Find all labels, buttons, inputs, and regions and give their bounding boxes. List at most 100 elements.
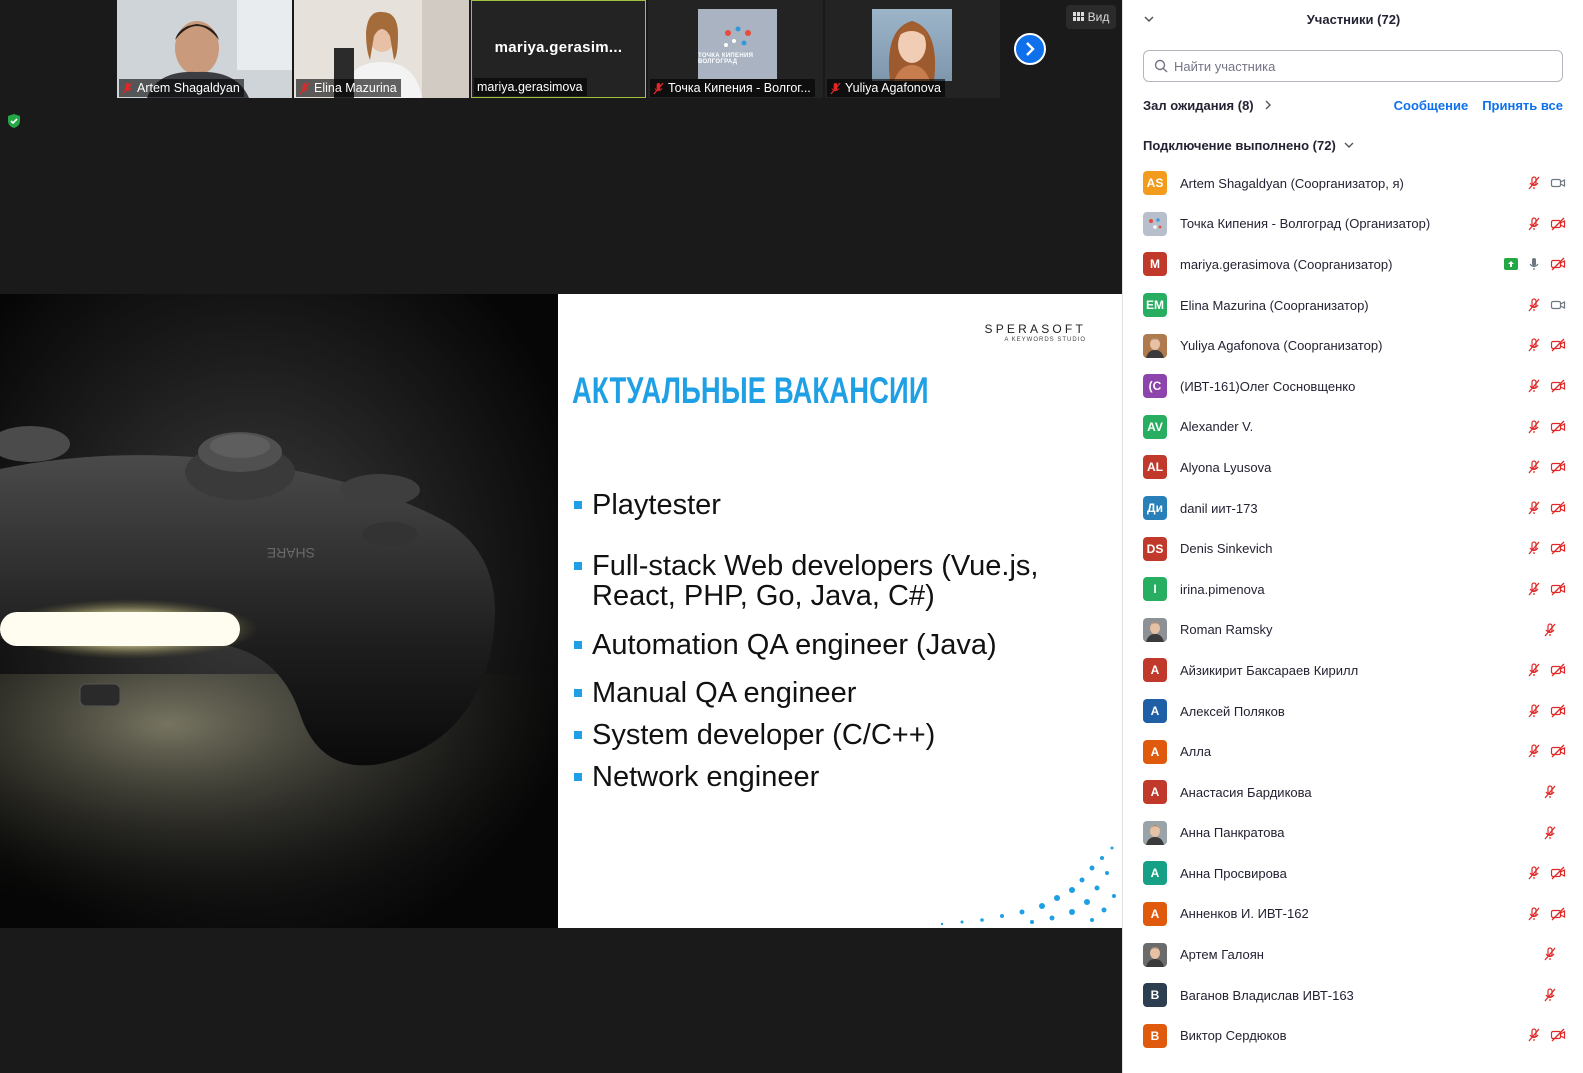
- mic-muted-icon[interactable]: [1526, 540, 1542, 556]
- mic-muted-icon[interactable]: [1542, 825, 1558, 841]
- video-off-icon[interactable]: [1550, 865, 1566, 881]
- participant-row[interactable]: А Анастасия Бардикова: [1123, 772, 1583, 813]
- participant-name: Алексей Поляков: [1180, 703, 1285, 719]
- mic-muted-icon[interactable]: [1526, 865, 1542, 881]
- avatar: А: [1143, 780, 1167, 805]
- waiting-room-actions: Сообщение Принять все: [1394, 98, 1563, 113]
- video-off-icon[interactable]: [1550, 337, 1566, 353]
- mic-muted-icon[interactable]: [1526, 297, 1542, 313]
- connected-section-header[interactable]: Подключение выполнено (72): [1143, 136, 1354, 154]
- mic-muted-icon[interactable]: [1526, 419, 1542, 435]
- video-off-icon[interactable]: [1550, 662, 1566, 678]
- search-icon: [1154, 59, 1168, 73]
- participant-row[interactable]: AV Alexander V.: [1123, 407, 1583, 448]
- chevron-right-icon[interactable]: [1264, 100, 1272, 110]
- participant-row[interactable]: А Алексей Поляков: [1123, 691, 1583, 732]
- screen-share-icon: [1504, 258, 1518, 271]
- mic-muted-icon[interactable]: [1526, 459, 1542, 475]
- video-thumbnail[interactable]: Yuliya Agafonova: [825, 0, 1000, 98]
- vacancy-item: System developer (C/C++): [574, 720, 935, 750]
- video-off-icon[interactable]: [1550, 540, 1566, 556]
- participant-name: Анна Просвирова: [1180, 865, 1287, 881]
- mic-muted-icon[interactable]: [1526, 662, 1542, 678]
- video-off-icon[interactable]: [1550, 378, 1566, 394]
- video-off-icon[interactable]: [1550, 256, 1566, 272]
- participant-row[interactable]: Точка Кипения - Волгоград (Организатор): [1123, 204, 1583, 245]
- video-thumbnail-active-speaker[interactable]: mariya.gerasim... mariya.gerasimova: [471, 0, 646, 98]
- participant-row[interactable]: Yuliya Agafonova (Соорганизатор): [1123, 325, 1583, 366]
- grid-view-icon: [1072, 12, 1084, 21]
- video-off-icon[interactable]: [1550, 581, 1566, 597]
- video-off-icon[interactable]: [1550, 419, 1566, 435]
- video-off-icon[interactable]: [1550, 1027, 1566, 1043]
- mic-muted-icon[interactable]: [1526, 906, 1542, 922]
- video-off-icon[interactable]: [1550, 459, 1566, 475]
- video-off-icon[interactable]: [1550, 216, 1566, 232]
- video-icon[interactable]: [1550, 297, 1566, 313]
- video-area: Artem Shagaldyan Elina Mazurina mariya.g…: [0, 0, 1122, 1073]
- view-button[interactable]: Вид: [1066, 5, 1116, 29]
- admit-all-button[interactable]: Принять все: [1482, 98, 1563, 113]
- mic-muted-icon[interactable]: [1542, 946, 1558, 962]
- video-thumbnail[interactable]: Elina Mazurina: [294, 0, 469, 98]
- mic-muted-icon[interactable]: [1542, 784, 1558, 800]
- participant-row[interactable]: А Анненков И. ИВТ-162: [1123, 894, 1583, 935]
- mic-muted-icon[interactable]: [1526, 743, 1542, 759]
- participant-row[interactable]: А Айзикирит Баксараев Кирилл: [1123, 650, 1583, 691]
- mic-muted-icon[interactable]: [1526, 500, 1542, 516]
- video-off-icon[interactable]: [1550, 906, 1566, 922]
- participant-name: (ИВТ-161)Олег Сосновщенко: [1180, 378, 1356, 394]
- video-thumbnail-strip: Artem Shagaldyan Elina Mazurina mariya.g…: [117, 0, 1000, 98]
- participant-row[interactable]: А Анна Просвирова: [1123, 853, 1583, 894]
- video-off-icon[interactable]: [1550, 743, 1566, 759]
- participant-status-icons: [1542, 622, 1566, 638]
- video-thumbnail[interactable]: ТОЧКА КИПЕНИЯ ВОЛГОГРАД Точка Кипения - …: [648, 0, 823, 98]
- message-button[interactable]: Сообщение: [1394, 98, 1469, 113]
- mic-muted-icon[interactable]: [1542, 622, 1558, 638]
- mic-icon[interactable]: [1526, 256, 1542, 272]
- participant-row[interactable]: Артем Галоян: [1123, 934, 1583, 975]
- video-icon[interactable]: [1550, 175, 1566, 191]
- mic-muted-icon[interactable]: [1526, 175, 1542, 191]
- participant-row[interactable]: Iirina.pimenova: [1123, 569, 1583, 610]
- participant-row[interactable]: (С (ИВТ-161)Олег Сосновщенко: [1123, 366, 1583, 407]
- decorative-dots: [940, 846, 1116, 926]
- mic-muted-icon[interactable]: [1542, 987, 1558, 1003]
- participant-row[interactable]: В Ваганов Владислав ИВТ-163: [1123, 975, 1583, 1016]
- mic-muted-icon[interactable]: [1526, 581, 1542, 597]
- participant-status-icons: [1526, 459, 1566, 475]
- avatar-photo: [1143, 942, 1167, 967]
- participant-row[interactable]: В Виктор Сердюков: [1123, 1015, 1583, 1056]
- gamepad-image: SHARE: [0, 426, 558, 928]
- participant-row[interactable]: EM Elina Mazurina (Соорганизатор): [1123, 285, 1583, 326]
- avatar: AL: [1143, 455, 1167, 480]
- participant-status-icons: [1526, 378, 1566, 394]
- participant-row[interactable]: Анна Панкратова: [1123, 813, 1583, 854]
- participant-row[interactable]: AS Artem Shagaldyan (Соорганизатор, я): [1123, 163, 1583, 204]
- participant-search[interactable]: [1143, 50, 1563, 82]
- mic-muted-icon: [830, 82, 841, 94]
- search-input[interactable]: [1174, 58, 1554, 74]
- mic-muted-icon[interactable]: [1526, 337, 1542, 353]
- mic-muted-icon[interactable]: [1526, 378, 1542, 394]
- participant-row[interactable]: Mmariya.gerasimova (Соорганизатор): [1123, 244, 1583, 285]
- participant-row[interactable]: DS Denis Sinkevich: [1123, 528, 1583, 569]
- mic-muted-icon[interactable]: [1526, 216, 1542, 232]
- video-off-icon[interactable]: [1550, 500, 1566, 516]
- mic-muted-icon[interactable]: [1526, 1027, 1542, 1043]
- mic-muted-icon[interactable]: [1526, 703, 1542, 719]
- participant-row[interactable]: AL Alyona Lyusova: [1123, 447, 1583, 488]
- bullet-square-icon: [574, 731, 582, 739]
- participant-row[interactable]: Ди danil иит-173: [1123, 488, 1583, 529]
- next-page-button[interactable]: [1014, 33, 1046, 65]
- video-thumbnail[interactable]: Artem Shagaldyan: [117, 0, 292, 98]
- slide-content: SPERASOFT A KEYWORDS STUDIO АКТУАЛЬНЫЕ В…: [558, 294, 1122, 928]
- profile-photo: [872, 9, 952, 81]
- participant-row[interactable]: Roman Ramsky: [1123, 610, 1583, 651]
- participant-row[interactable]: А Алла: [1123, 731, 1583, 772]
- video-off-icon[interactable]: [1550, 703, 1566, 719]
- participant-name: danil иит-173: [1180, 500, 1258, 516]
- encryption-shield-icon[interactable]: [6, 113, 22, 129]
- waiting-room-label[interactable]: Зал ожидания (8): [1143, 98, 1254, 113]
- avatar: А: [1143, 699, 1167, 724]
